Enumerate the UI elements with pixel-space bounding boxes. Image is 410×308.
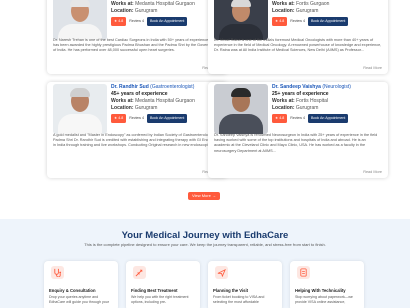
book-appointment-button[interactable]: Book An Appointment [308,114,349,123]
treatment-icon [133,266,146,279]
review-count: Review 4 [129,116,145,120]
step-title: Enquiry & Consultation [49,288,96,293]
doctor-description: A gold medalist and "Master in Endoscopy… [53,133,221,148]
doctor-specialty: (Gastroenterologist) [150,84,195,90]
doctor-specialty: (Neurologist) [322,84,351,90]
step-description: Drop your queries anytime and EdhaCare w… [49,295,109,304]
works-at-label: Works at: [272,98,295,104]
plane-icon [215,266,228,279]
rating-badge: ★ 4.8 [272,17,288,26]
works-at-label: Works at: [272,1,295,7]
read-more-link[interactable]: Read More [363,170,382,174]
document-icon [297,266,310,279]
step-title: Finding Best Treatment [131,288,178,293]
doctor-description: Dr. Naresh Trehan is one of the best Car… [53,38,219,53]
step-description: From ticket booking to VISA and selectin… [213,295,265,304]
journey-step: Helping With Technicality Stop worrying … [290,261,364,308]
works-at-label: Works at: [111,98,134,104]
step-description: Stop worrying about paperwork—we provide… [295,295,353,304]
doctor-card: Works at: Medanta Hospital Gurgaon Locat… [47,0,227,74]
review-count: Review 4 [290,19,306,23]
view-more-button[interactable]: View More → [188,192,220,200]
arrow-right-icon: → [211,193,216,198]
journey-section: Your Medical Journey with EdhaCare This … [0,219,410,308]
doctor-experience: 45+ years of experience [111,91,168,97]
location-label: Location: [111,8,134,14]
journey-step: Planning the Visit From ticket booking t… [208,261,282,308]
doctor-card: Dr. Randhir Sud (Gastroenterologist) 45+… [47,82,227,178]
journey-step: Enquiry & Consultation Drop your queries… [44,261,118,308]
journey-step: Finding Best Treatment We help you with … [126,261,200,308]
location-value: Gurugram [134,105,158,111]
works-at-value: Fortis Gurgaon [296,1,330,7]
works-at-value: Medanta Hospital Gurgaon [135,1,195,7]
location-value: Gurugram [295,8,319,14]
rating-badge: ★ 4.8 [111,17,127,26]
doctor-description: Dr. Sandeep Vaishya is renowned Neurosur… [214,133,378,153]
location-label: Location: [272,105,295,111]
stethoscope-icon [51,266,64,279]
doctor-photo [53,0,107,40]
works-at-value: Medanta Hospital Gurgaon [135,98,195,104]
step-title: Planning the Visit [213,288,249,293]
doctor-name[interactable]: Dr. Sandeep Vaishya [272,84,321,90]
book-appointment-button[interactable]: Book An Appointment [308,17,349,26]
journey-title: Your Medical Journey with EdhaCare [121,230,289,241]
doctor-card: Dr. Sandeep Vaishya (Neurologist) 25+ ye… [208,82,388,178]
works-at-value: Fortis Hospital [296,98,329,104]
book-appointment-button[interactable]: Book An Appointment [147,17,188,26]
doctor-photo [53,84,107,134]
location-value: Gurugram [295,105,319,111]
works-at-label: Works at: [111,1,134,7]
doctor-card: Works at: Fortis Gurgaon Location: Gurug… [208,0,388,74]
step-description: We help you with the right treatment opt… [131,295,189,304]
doctor-photo [214,84,268,134]
doctor-experience: 25+ years of experience [272,91,329,97]
doctor-photo [214,0,268,40]
doctor-name[interactable]: Dr. Randhir Sud [111,84,149,90]
step-title: Helping With Technicality [295,288,346,293]
rating-badge: ★ 4.8 [272,114,288,123]
location-value: Gurugram [134,8,158,14]
journey-subtitle: This is the complete pipeline designed t… [84,242,326,247]
read-more-link[interactable]: Read More [363,66,382,70]
book-appointment-button[interactable]: Book An Appointment [147,114,188,123]
review-count: Review 4 [290,116,306,120]
location-label: Location: [111,105,134,111]
rating-badge: ★ 4.8 [111,114,127,123]
review-count: Review 4 [129,19,145,23]
location-label: Location: [272,8,295,14]
doctor-description: Dr. Vinod Raina is one of the India's fo… [214,38,382,53]
